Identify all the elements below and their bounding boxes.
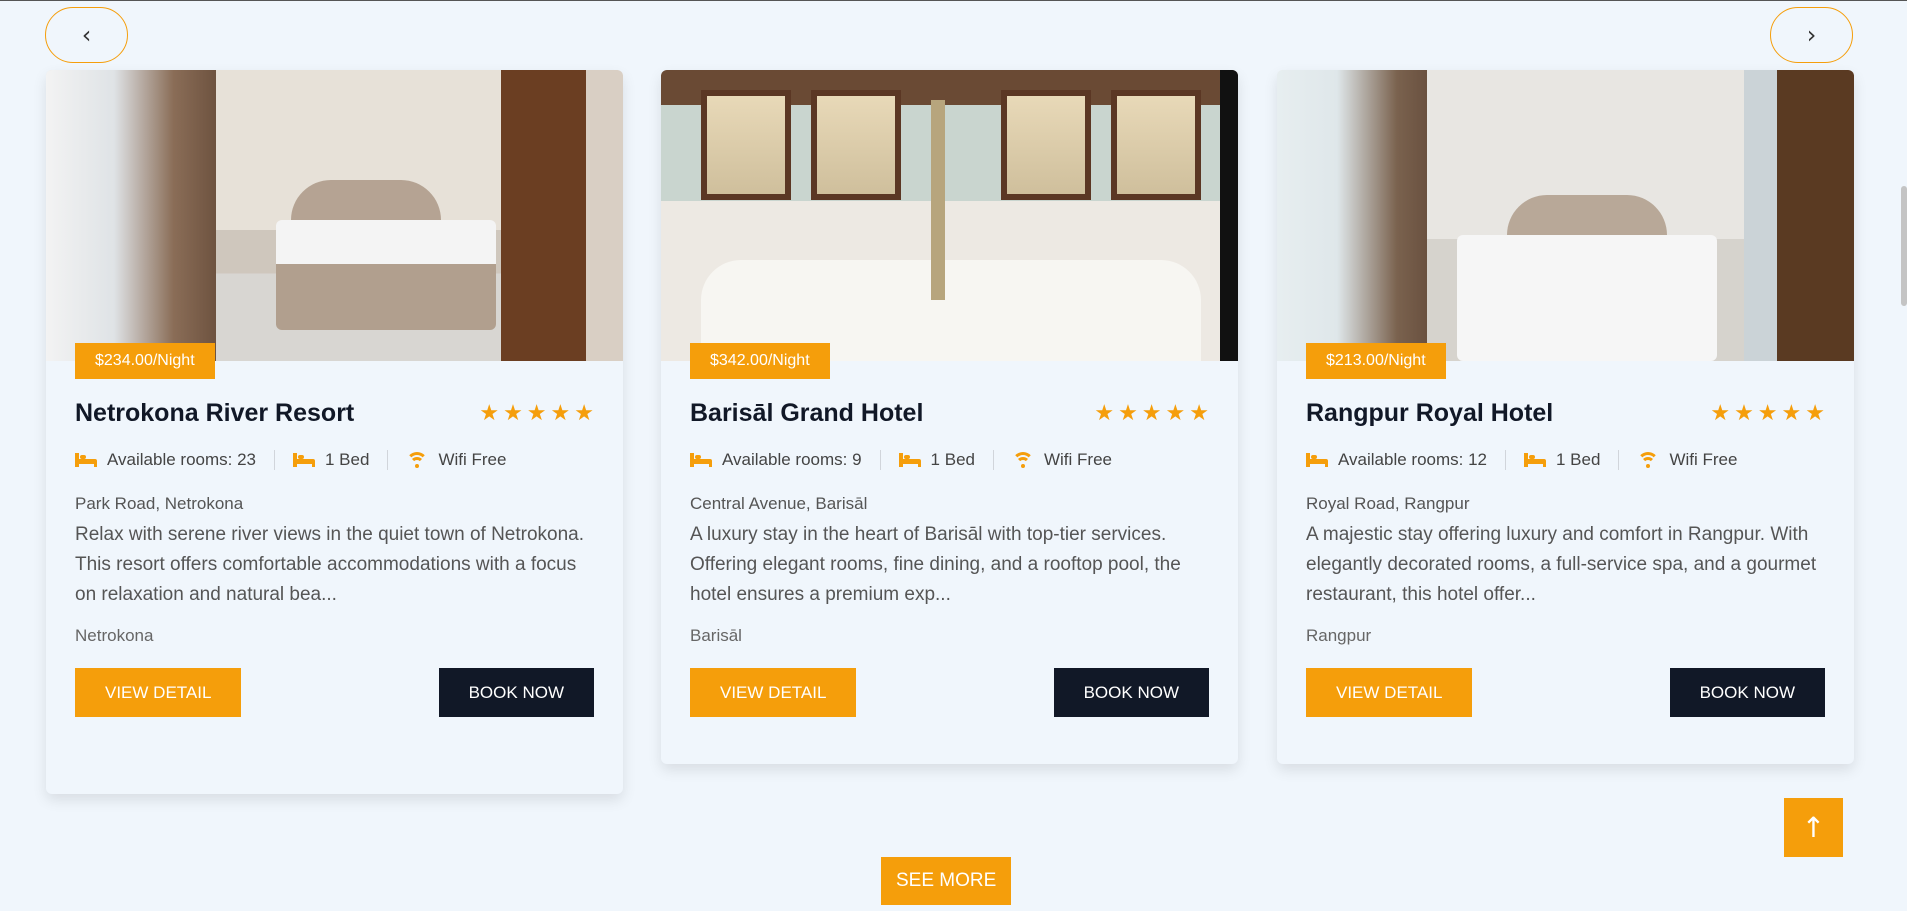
hotel-name: Netrokona River Resort — [75, 399, 355, 427]
star-icon: ★ — [1118, 401, 1138, 426]
star-icon: ★ — [1757, 401, 1778, 426]
hotel-description: A luxury stay in the heart of Barisāl wi… — [690, 524, 1181, 605]
wifi-feature: Wifi Free — [992, 450, 1130, 470]
chevron-left-icon: ‹ — [81, 21, 92, 49]
bed-icon — [898, 453, 921, 467]
wifi-feature: Wifi Free — [387, 450, 524, 470]
star-icon: ★ — [1094, 401, 1115, 426]
star-icon: ★ — [503, 401, 523, 426]
star-rating: ★ ★ ★ ★ ★ — [1710, 401, 1825, 426]
hotel-city: Barisāl — [690, 626, 742, 645]
bed-icon — [75, 453, 97, 467]
price-badge: $234.00/Night — [75, 343, 215, 379]
rooms-label: Available rooms: 9 — [722, 450, 862, 469]
bed-icon — [690, 453, 712, 467]
star-icon: ★ — [1165, 401, 1186, 426]
star-rating: ★ ★ ★ ★ ★ — [479, 401, 594, 426]
hotel-name: Barisāl Grand Hotel — [690, 399, 924, 427]
hotel-description: A majestic stay offering luxury and comf… — [1306, 524, 1817, 605]
scroll-to-top-button[interactable]: ↑ — [1784, 798, 1843, 857]
price-badge: $213.00/Night — [1306, 343, 1446, 379]
hotel-address: Park Road, Netrokona — [75, 494, 244, 513]
carousel-prev-button[interactable]: ‹ — [45, 7, 128, 63]
hotel-card: $234.00/Night Netrokona River Resort ★ ★ ★… — [46, 70, 623, 794]
hotel-address: Royal Road, Rangpur — [1306, 494, 1470, 513]
chevron-right-icon: › — [1806, 21, 1817, 49]
bed-label: 1 Bed — [325, 450, 370, 469]
star-icon: ★ — [1141, 401, 1162, 426]
hotel-image — [1277, 70, 1854, 361]
hotel-address: Central Avenue, Barisāl — [690, 494, 868, 513]
view-detail-button[interactable]: VIEW DETAIL — [75, 668, 242, 717]
wifi-label: Wifi Free — [1669, 450, 1738, 469]
star-icon: ★ — [1189, 401, 1209, 426]
hotel-image — [661, 70, 1238, 361]
view-detail-button[interactable]: VIEW DETAIL — [1306, 668, 1473, 717]
hotel-city: Netrokona — [75, 626, 154, 645]
star-icon: ★ — [1805, 401, 1825, 426]
rooms-feature: Available rooms: 12 — [1306, 450, 1505, 470]
star-icon: ★ — [479, 401, 500, 426]
bed-icon — [293, 453, 315, 467]
hotel-description: Relax with serene river views in the qui… — [75, 524, 585, 605]
star-icon: ★ — [574, 401, 594, 426]
wifi-label: Wifi Free — [1043, 450, 1112, 469]
hotel-image — [46, 70, 623, 361]
book-now-button[interactable]: BOOK NOW — [1669, 668, 1825, 717]
wifi-label: Wifi Free — [438, 450, 507, 469]
rooms-feature: Available rooms: 9 — [690, 450, 880, 470]
scrollbar-thumb[interactable] — [1901, 186, 1907, 306]
star-icon: ★ — [526, 401, 547, 426]
wifi-icon — [1011, 452, 1034, 468]
bed-label: 1 Bed — [1556, 450, 1601, 469]
book-now-button[interactable]: BOOK NOW — [438, 668, 594, 717]
star-icon: ★ — [1710, 401, 1731, 426]
rooms-label: Available rooms: 23 — [107, 450, 256, 469]
star-icon: ★ — [550, 401, 571, 426]
hotel-name: Rangpur Royal Hotel — [1306, 399, 1554, 427]
wifi-icon — [406, 452, 429, 468]
bed-feature: 1 Bed — [1505, 450, 1618, 470]
star-icon: ★ — [1781, 401, 1802, 426]
rooms-feature: Available rooms: 23 — [75, 450, 274, 470]
view-detail-button[interactable]: VIEW DETAIL — [690, 668, 857, 717]
star-icon: ★ — [1734, 401, 1754, 426]
wifi-feature: Wifi Free — [1618, 450, 1755, 470]
bed-feature: 1 Bed — [274, 450, 387, 470]
bed-label: 1 Bed — [930, 450, 975, 469]
book-now-button[interactable]: BOOK NOW — [1053, 668, 1209, 717]
bed-icon — [1524, 453, 1546, 467]
hotel-card: $342.00/Night Barisāl Grand Hotel ★ ★ ★ ★ ★ … — [661, 70, 1238, 764]
bed-icon — [1306, 453, 1328, 467]
rooms-label: Available rooms: 12 — [1338, 450, 1487, 469]
arrow-up-icon: ↑ — [1801, 811, 1826, 844]
wifi-icon — [1637, 452, 1660, 468]
star-rating: ★ ★ ★ ★ ★ — [1094, 401, 1209, 426]
carousel-next-button[interactable]: › — [1770, 7, 1853, 63]
bed-feature: 1 Bed — [879, 450, 993, 470]
hotel-city: Rangpur — [1306, 626, 1372, 645]
see-more-button[interactable]: SEE MORE — [881, 857, 1012, 905]
hotel-card: $213.00/Night Rangpur Royal Hotel ★ ★ ★ ★ ★ … — [1277, 70, 1854, 764]
price-badge: $342.00/Night — [690, 343, 830, 379]
